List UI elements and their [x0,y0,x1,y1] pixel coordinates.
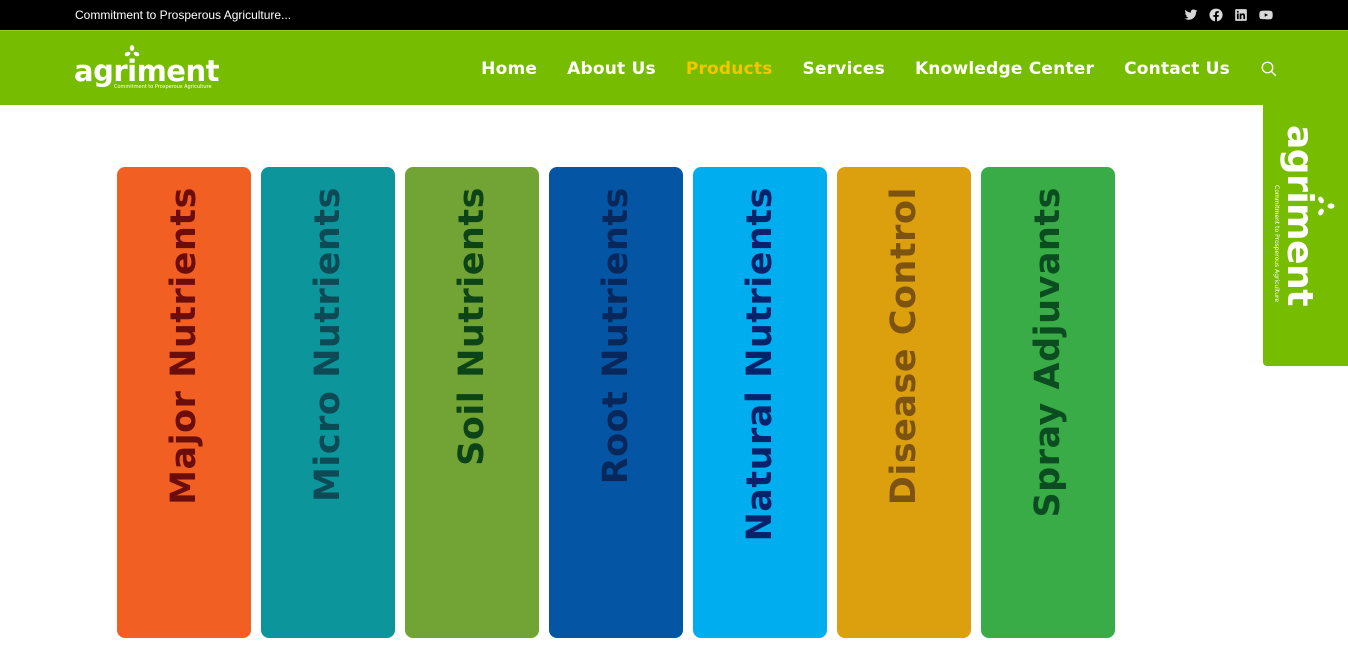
agriment-logo[interactable]: agriment Commitment to Prosperous Agricu… [74,42,224,94]
youtube-icon[interactable] [1258,7,1274,23]
nav-products[interactable]: Products [686,59,773,79]
tile-disease-control[interactable]: Disease Control [837,167,971,638]
tile-label: Soil Nutrients [452,187,492,466]
product-categories: Major Nutrients Micro Nutrients Soil Nut… [117,167,1115,638]
tile-label: Spray Adjuvants [1028,187,1068,518]
tagline: Commitment to Prosperous Agriculture... [75,8,292,22]
tile-label: Root Nutrients [596,187,636,485]
logo-text: agriment [74,54,219,88]
facebook-icon[interactable] [1208,7,1224,23]
nav-knowledge-center[interactable]: Knowledge Center [915,59,1094,79]
top-bar: Commitment to Prosperous Agriculture... [0,0,1348,30]
main-nav: Home About Us Products Services Knowledg… [451,31,1278,106]
logo-subtitle: Commitment to Prosperous Agriculture [114,84,212,90]
tile-soil-nutrients[interactable]: Soil Nutrients [405,167,539,638]
linkedin-icon[interactable] [1233,7,1249,23]
search-icon[interactable] [1260,60,1278,78]
nav-services[interactable]: Services [803,59,885,79]
tile-micro-nutrients[interactable]: Micro Nutrients [261,167,395,638]
tile-natural-nutrients[interactable]: Natural Nutrients [693,167,827,638]
tile-label: Natural Nutrients [740,187,780,542]
tile-spray-adjuvants[interactable]: Spray Adjuvants [981,167,1115,638]
site-header: agriment Commitment to Prosperous Agricu… [0,30,1348,105]
social-links [1183,7,1274,23]
side-logo-subtitle: Commitment to Prosperous Agriculture [1273,185,1280,303]
tile-label: Major Nutrients [164,187,204,505]
nav-home[interactable]: Home [481,59,537,79]
nav-contact-us[interactable]: Contact Us [1124,59,1230,79]
sprout-icon [1318,196,1335,216]
tile-label: Micro Nutrients [308,187,348,502]
nav-about-us[interactable]: About Us [567,59,656,79]
tile-root-nutrients[interactable]: Root Nutrients [549,167,683,638]
twitter-icon[interactable] [1183,7,1199,23]
tile-major-nutrients[interactable]: Major Nutrients [117,167,251,638]
tile-label: Disease Control [884,187,924,506]
